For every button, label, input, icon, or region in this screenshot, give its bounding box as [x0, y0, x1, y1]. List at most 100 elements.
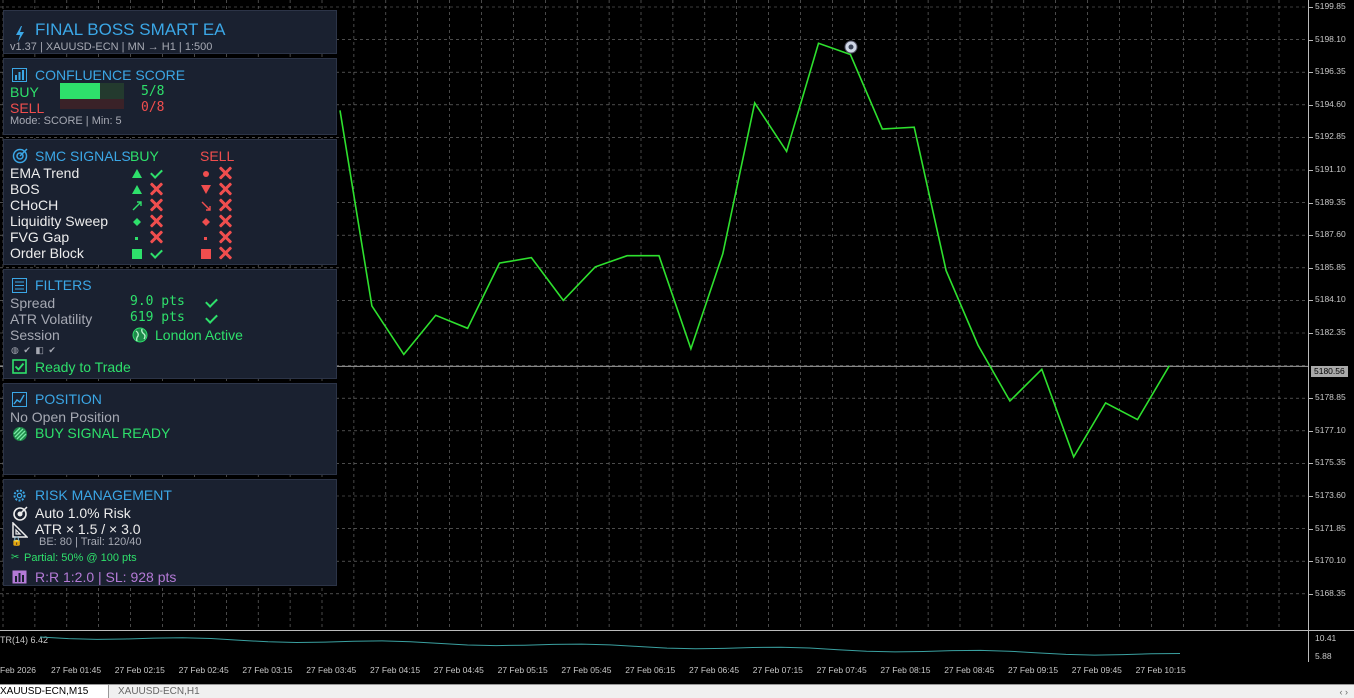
price-scale[interactable]: 5180.56 5199.85 5198.10 5196.35 5194.60 5192…	[1308, 0, 1354, 630]
price-tick-mark	[1309, 104, 1313, 106]
target-icon	[13, 506, 28, 521]
ea-header-panel: FINAL BOSS SMART EA v1.37 | XAUUSD-ECN |…	[3, 10, 337, 54]
confluence-mode: Mode: SCORE | Min: 5	[10, 115, 122, 127]
session-label: Session	[10, 327, 60, 343]
price-tick-label: 5192.85	[1315, 131, 1346, 142]
price-tick-label: 5177.10	[1315, 424, 1346, 435]
atr-scale-top: 10.41	[1315, 633, 1337, 643]
buy-cross-icon	[149, 214, 163, 228]
time-tick-label: 27 Feb 09:45	[1071, 665, 1122, 675]
sell-cross-icon	[218, 182, 232, 196]
smc-row-label: CHoCH	[10, 197, 59, 213]
time-tick-label: 27 Feb 08:45	[944, 665, 995, 675]
target-icon	[12, 148, 28, 164]
spread-label: Spread	[10, 295, 56, 311]
buy-signal-status: BUY SIGNAL READY	[35, 425, 171, 441]
confluence-panel: CONFLUENCE SCORE BUY 5/8 SELL 0/8 Mode: …	[3, 58, 337, 135]
time-axis: Feb 2026 27 Feb 01:45 27 Feb 02:15 27 Feb 0…	[0, 662, 1308, 678]
price-tick-mark	[1309, 235, 1313, 237]
price-tick-label: 5168.35	[1315, 587, 1346, 598]
smc-row-label: Liquidity Sweep	[10, 213, 109, 229]
signal-icon	[13, 427, 27, 441]
tab-xauusd-h1[interactable]: XAUUSD-ECN,H1	[118, 685, 208, 698]
price-tick-mark	[1309, 39, 1313, 41]
smc-signals-panel: SMC SIGNALS BUY SELL EMA Trend BOS CHoCH Li…	[3, 139, 337, 265]
smc-row-label: Order Block	[10, 245, 84, 261]
buy-check-icon	[150, 246, 163, 259]
time-tick-label: 27 Feb 07:45	[816, 665, 867, 675]
smc-buy-header: BUY	[130, 148, 159, 164]
price-tick-label: 5171.85	[1315, 522, 1346, 533]
buy-cross-icon	[149, 182, 163, 196]
time-tick-label: 27 Feb 05:15	[497, 665, 548, 675]
partial-close: Partial: 50% @ 100 pts	[24, 552, 137, 564]
atr-vol-value: 619 pts	[130, 310, 185, 325]
price-tick-mark	[1309, 463, 1313, 465]
smc-sell-header: SELL	[200, 148, 235, 164]
time-tick-label: 27 Feb 03:15	[242, 665, 293, 675]
time-tick-label: 27 Feb 04:15	[370, 665, 421, 675]
time-tick-label: 27 Feb 08:15	[880, 665, 931, 675]
buy-score-bar	[60, 83, 124, 99]
smc-row-label: BOS	[10, 181, 40, 197]
price-tick-mark	[1309, 7, 1313, 8]
smc-row-label: FVG Gap	[10, 229, 70, 245]
be-trail: BE: 80 | Trail: 120/40	[39, 536, 142, 548]
filters-title: FILTERS	[35, 277, 92, 293]
time-tick-label: 27 Feb 07:15	[752, 665, 803, 675]
price-tick-mark	[1309, 300, 1313, 302]
price-tick-mark	[1309, 561, 1313, 563]
filter-icon	[12, 278, 27, 293]
price-tick-label: 5196.35	[1315, 66, 1346, 77]
price-tick-label: 5194.60	[1315, 98, 1346, 109]
price-tick-label: 5199.85	[1315, 1, 1346, 11]
confluence-title: CONFLUENCE SCORE	[35, 67, 186, 83]
ea-subtitle: v1.37 | XAUUSD-ECN | MN → H1 | 1:500	[10, 41, 213, 53]
buy-cross-icon	[149, 198, 163, 212]
sell-cross-icon	[218, 214, 232, 228]
checkbox-icon	[12, 359, 27, 374]
tabs-scroll-arrows[interactable]: ‹ ›	[1340, 687, 1349, 697]
atr-subwindow[interactable]: TR(14) 6.42	[0, 630, 1308, 662]
atr-check-icon	[205, 311, 218, 324]
price-tick-mark	[1309, 528, 1313, 530]
smc-title: SMC SIGNALS	[35, 148, 131, 164]
price-tick-mark	[1309, 333, 1313, 334]
buy-check-icon	[150, 166, 163, 179]
sell-cross-icon	[218, 198, 232, 212]
chart-tabs: XAUUSD-ECN,M15 XAUUSD-ECN,H1 ‹ ›	[0, 684, 1354, 698]
risk-title: RISK MANAGEMENT	[35, 487, 172, 503]
position-panel: POSITION No Open Position BUY SIGNAL REA…	[3, 383, 337, 475]
price-tick-label: 5187.60	[1315, 229, 1346, 240]
current-price-tag: 5180.56	[1311, 366, 1348, 377]
price-tick-mark	[1309, 430, 1313, 432]
position-title: POSITION	[35, 391, 102, 407]
atr-multipliers: ATR × 1.5 / × 3.0	[35, 521, 141, 537]
sell-cross-icon	[218, 246, 232, 260]
gear-icon	[13, 489, 26, 502]
bar-chart-icon	[12, 570, 27, 584]
buy-score-fill	[60, 83, 100, 99]
price-tick-label: 5178.85	[1315, 392, 1346, 403]
smc-row-label: EMA Trend	[10, 165, 80, 181]
tab-xauusd-m15[interactable]: XAUUSD-ECN,M15	[0, 685, 109, 698]
price-tick-mark	[1309, 202, 1313, 204]
price-tick-label: 5198.10	[1315, 33, 1346, 44]
spread-check-icon	[205, 295, 218, 308]
buy-label: BUY	[10, 84, 39, 100]
time-tick-label: 27 Feb 10:15	[1135, 665, 1186, 675]
atr-scale-bottom: 5.88	[1315, 651, 1332, 661]
time-tick-label: 27 Feb 02:45	[178, 665, 229, 675]
lightning-icon	[16, 26, 24, 42]
sell-cross-icon	[218, 230, 232, 244]
risk-mode: Auto 1.0% Risk	[35, 505, 131, 521]
position-status: No Open Position	[10, 409, 120, 425]
lock-icon: 🔒	[11, 536, 23, 546]
sell-label: SELL	[10, 100, 45, 116]
time-tick-label: 27 Feb 03:45	[306, 665, 357, 675]
time-tick-label: 27 Feb 01:45	[51, 665, 102, 675]
time-tick-label: 27 Feb 06:45	[689, 665, 740, 675]
filters-panel: FILTERS Spread 9.0 pts ATR Volatility 61…	[3, 269, 337, 379]
risk-panel: RISK MANAGEMENT Auto 1.0% Risk ATR × 1.5…	[3, 479, 337, 586]
sell-score: 0/8	[141, 100, 165, 115]
